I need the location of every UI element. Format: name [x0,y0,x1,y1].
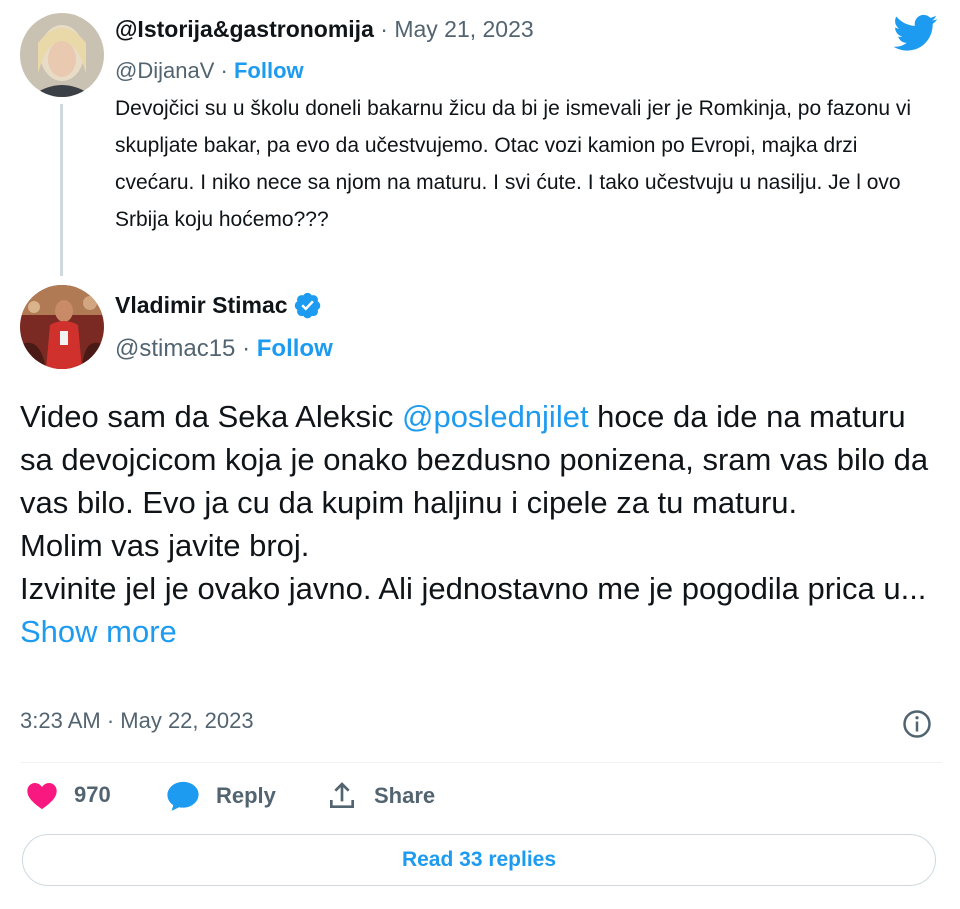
share-button[interactable]: Share [326,780,435,812]
quoted-follow-button[interactable]: Follow [234,58,304,83]
heart-icon [27,783,57,810]
share-label: Share [374,783,436,808]
reply-label: Reply [216,783,276,808]
main-author-avatar[interactable] [20,285,104,369]
like-button[interactable]: 970 [26,780,111,810]
twitter-bird-icon[interactable] [894,14,938,52]
main-author-handle[interactable]: @stimac15 [115,335,235,362]
verified-badge-icon [294,292,320,319]
quoted-author-avatar[interactable] [20,13,104,97]
divider [20,762,942,763]
quoted-tweet-text: Devojčici su u školu doneli bakarnu žicu… [115,97,912,231]
show-more-link[interactable]: Show more [20,614,177,649]
tweet-timestamp[interactable]: 3:23 AM · May 22, 2023 [20,708,254,734]
share-icon [330,782,354,808]
tweet-text-line: Molim vas javite broj. [20,528,310,563]
reply-button[interactable]: Reply [166,780,276,812]
reply-bubble-icon [167,781,199,811]
thread-connector-line [60,104,63,276]
quoted-tweet-date[interactable]: · May 21, 2023 [380,16,533,42]
main-follow-button[interactable]: Follow [257,335,333,362]
handle-separator: · [242,335,251,362]
main-author-name[interactable]: Vladimir Stimac [115,292,288,319]
tweet-text-part: Video sam da Seka Aleksic [20,399,402,434]
mention-link[interactable]: @poslednjilet [402,399,589,434]
quoted-author-handle[interactable]: @DijanaV [115,58,214,83]
tweet-text-line: Izvinite jel je ovako javno. Ali jednost… [20,571,927,606]
read-replies-button[interactable]: Read 33 replies [22,834,936,886]
like-count: 970 [74,782,111,807]
quoted-author-name[interactable]: @Istorija&gastronomija [115,16,374,42]
info-icon[interactable] [902,709,932,739]
handle-separator: · [220,58,228,83]
main-tweet-text: Video sam da Seka Aleksic @poslednjilet … [20,395,945,653]
